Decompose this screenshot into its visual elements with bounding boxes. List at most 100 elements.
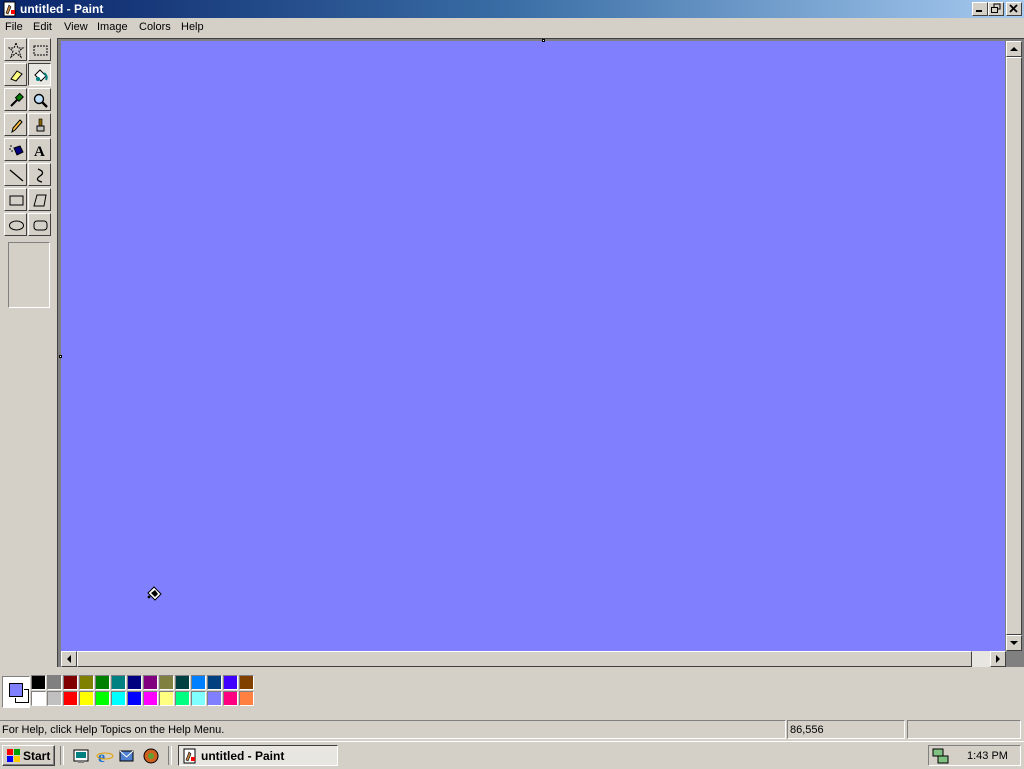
paint-bucket-cursor-icon <box>147 586 162 601</box>
internet-explorer-icon[interactable]: e <box>96 747 114 765</box>
tool-options-box[interactable] <box>8 242 50 308</box>
fill-with-color-tool[interactable] <box>28 63 51 86</box>
palette-color-swatch[interactable] <box>47 691 62 706</box>
outlook-express-icon[interactable] <box>118 747 136 765</box>
arrow-left-icon <box>67 655 71 663</box>
palette-color-swatch[interactable] <box>223 691 238 706</box>
menu-file[interactable]: File <box>5 21 23 33</box>
network-icon[interactable] <box>932 747 950 765</box>
scroll-up-button[interactable] <box>1006 41 1022 57</box>
palette-color-swatch[interactable] <box>159 691 174 706</box>
vertical-scroll-thumb[interactable] <box>1006 57 1022 635</box>
pick-color-tool[interactable] <box>4 88 27 111</box>
palette-color-swatch[interactable] <box>175 675 190 690</box>
resize-handle-top <box>542 39 545 42</box>
rect-select-tool[interactable] <box>28 38 51 61</box>
palette-color-swatch[interactable] <box>31 691 46 706</box>
taskbar-button-label: untitled - Paint <box>201 749 285 763</box>
magnifier-icon <box>33 93 48 108</box>
polygon-tool[interactable] <box>28 188 51 211</box>
palette-color-swatch[interactable] <box>223 675 238 690</box>
menu-edit[interactable]: Edit <box>33 21 52 33</box>
airbrush-icon <box>9 145 24 156</box>
curve-tool[interactable] <box>28 163 51 186</box>
svg-text:A: A <box>34 144 45 159</box>
palette-color-swatch[interactable] <box>111 675 126 690</box>
vertical-scrollbar[interactable] <box>1006 41 1022 651</box>
brush-tool[interactable] <box>28 113 51 136</box>
scroll-left-button[interactable] <box>61 651 77 667</box>
palette-color-swatch[interactable] <box>95 675 110 690</box>
toolbox: A <box>2 38 54 308</box>
window-title: untitled - Paint <box>20 2 104 16</box>
free-form-select-tool[interactable] <box>4 38 27 61</box>
media-player-icon[interactable] <box>142 747 160 765</box>
status-help-text: For Help, click Help Topics on the Help … <box>0 720 786 739</box>
arrow-right-icon <box>996 655 1000 663</box>
palette-color-swatch[interactable] <box>159 675 174 690</box>
menu-image[interactable]: Image <box>97 21 128 33</box>
pencil-tool[interactable] <box>4 113 27 136</box>
menu-help[interactable]: Help <box>181 21 204 33</box>
palette-color-swatch[interactable] <box>127 675 142 690</box>
magnifier-tool[interactable] <box>28 88 51 111</box>
minimize-button[interactable] <box>972 2 988 16</box>
airbrush-tool[interactable] <box>4 138 27 161</box>
taskbar-separator <box>168 746 172 765</box>
eyedropper-icon <box>10 92 24 107</box>
menu-view[interactable]: View <box>64 21 88 33</box>
minimize-icon <box>976 10 982 12</box>
system-tray: 1:43 PM <box>928 745 1021 766</box>
palette-color-swatch[interactable] <box>175 691 190 706</box>
rounded-rectangle-tool[interactable] <box>28 213 51 236</box>
palette-color-swatch[interactable] <box>79 691 94 706</box>
taskbar: Start e untitled - Paint 1:43 PM <box>0 741 1024 769</box>
ellipse-tool[interactable] <box>4 213 27 236</box>
status-bar: For Help, click Help Topics on the Help … <box>0 719 1024 741</box>
scroll-right-button[interactable] <box>990 651 1006 667</box>
menu-colors[interactable]: Colors <box>139 21 171 33</box>
restore-icon <box>991 3 1001 13</box>
palette-color-swatch[interactable] <box>63 675 78 690</box>
palette-color-swatch[interactable] <box>239 691 254 706</box>
palette-color-swatch[interactable] <box>127 691 142 706</box>
rectangle-tool[interactable] <box>4 188 27 211</box>
palette-color-swatch[interactable] <box>191 691 206 706</box>
palette-color-swatch[interactable] <box>111 691 126 706</box>
palette-color-swatch[interactable] <box>191 675 206 690</box>
close-button[interactable] <box>1006 2 1022 16</box>
line-tool[interactable] <box>4 163 27 186</box>
palette-color-swatch[interactable] <box>63 691 78 706</box>
close-icon <box>1009 4 1018 13</box>
palette-color-swatch[interactable] <box>47 675 62 690</box>
dashed-rect-icon <box>33 45 48 56</box>
palette-color-swatch[interactable] <box>143 675 158 690</box>
palette-color-swatch[interactable] <box>207 675 222 690</box>
palette-color-swatch[interactable] <box>207 691 222 706</box>
palette-color-swatch[interactable] <box>95 691 110 706</box>
eraser-tool[interactable] <box>4 63 27 86</box>
restore-button[interactable] <box>988 2 1004 16</box>
status-coordinates: 86,556 <box>787 720 905 739</box>
palette-color-swatch[interactable] <box>79 675 94 690</box>
title-bar[interactable]: untitled - Paint <box>0 0 1024 18</box>
palette-color-swatch[interactable] <box>239 675 254 690</box>
brush-icon <box>36 118 45 132</box>
text-tool[interactable]: A <box>28 138 51 161</box>
palette-color-swatch[interactable] <box>31 675 46 690</box>
drawing-canvas[interactable] <box>59 39 1005 651</box>
arrow-down-icon <box>1010 641 1018 645</box>
resize-handle-left <box>59 355 62 358</box>
paint-app-icon <box>183 748 196 764</box>
palette-color-swatch[interactable] <box>143 691 158 706</box>
clock[interactable]: 1:43 PM <box>967 750 1008 762</box>
horizontal-scrollbar[interactable] <box>61 651 1006 667</box>
scroll-down-button[interactable] <box>1006 635 1022 651</box>
ellipse-icon <box>9 220 24 231</box>
show-desktop-icon[interactable] <box>72 747 90 765</box>
start-button[interactable]: Start <box>2 745 55 766</box>
text-a-icon: A <box>34 144 45 159</box>
star-select-icon <box>8 42 25 59</box>
horizontal-scroll-thumb[interactable] <box>77 651 972 667</box>
taskbar-button-paint[interactable]: untitled - Paint <box>178 745 338 766</box>
